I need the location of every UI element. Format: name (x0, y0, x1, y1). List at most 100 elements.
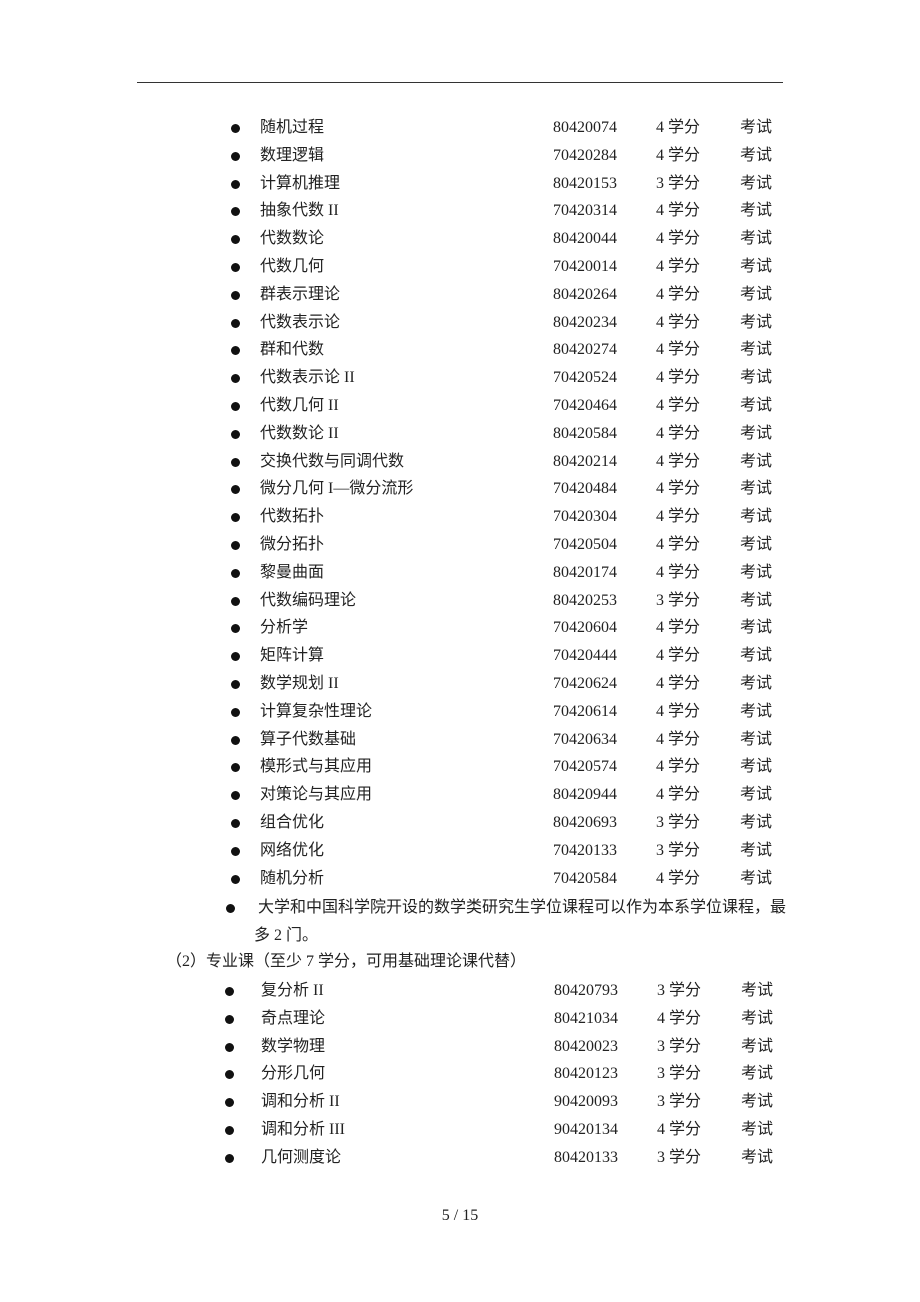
bullet-icon (231, 568, 240, 578)
course-assessment: 考试 (740, 674, 773, 692)
course-name: 代数几何 II (260, 396, 339, 414)
course-code: 80420023 (554, 1037, 618, 1055)
course-credits: 3 学分 (656, 841, 701, 859)
course-row: 微分几何 I—微分流形 70420484 4 学分 考试 (0, 475, 920, 503)
section-heading-specialized: （2）专业课（至少 7 学分，可用基础理论课代替） (166, 953, 527, 970)
course-assessment: 考试 (740, 230, 773, 248)
bullet-icon (225, 987, 234, 996)
course-assessment: 考试 (740, 174, 773, 192)
course-code: 80420944 (553, 786, 617, 804)
course-assessment: 考试 (741, 1148, 774, 1166)
course-assessment: 考试 (740, 813, 773, 831)
course-code: 90420134 (554, 1120, 618, 1138)
bullet-icon (225, 1042, 234, 1052)
bullet-icon (231, 374, 240, 384)
header-rule (137, 82, 783, 83)
course-list-specialized: 复分析 II 80420793 3 学分 考试 奇点理论 80421034 4 学分 考试 数学… (0, 977, 920, 1172)
course-row: 矩阵计算 70420444 4 学分 考试 (0, 642, 920, 670)
course-name: 代数几何 (260, 257, 325, 275)
course-row: 对策论与其应用 80420944 4 学分 考试 (0, 781, 920, 809)
course-code: 80420044 (553, 230, 617, 248)
course-credits: 4 学分 (656, 285, 701, 303)
course-row: 代数几何 70420014 4 学分 考试 (0, 253, 920, 281)
course-assessment: 考试 (740, 146, 773, 164)
course-row: 代数几何 II 70420464 4 学分 考试 (0, 392, 920, 420)
bullet-icon (231, 457, 240, 467)
bullet-icon (225, 1153, 234, 1163)
course-credits: 4 学分 (656, 563, 701, 581)
course-code: 80420274 (553, 341, 617, 359)
course-credits: 4 学分 (656, 730, 701, 748)
bullet-icon (231, 262, 240, 272)
course-name: 群和代数 (260, 341, 325, 359)
bullet-icon (231, 735, 240, 745)
course-assessment: 考试 (740, 452, 773, 470)
bullet-icon (231, 151, 240, 161)
course-assessment: 考试 (740, 257, 773, 275)
course-code: 70420014 (553, 257, 617, 275)
course-row: 代数数论 80420044 4 学分 考试 (0, 225, 920, 253)
course-credits: 4 学分 (656, 535, 701, 553)
course-assessment: 考试 (740, 202, 773, 220)
course-credits: 3 学分 (656, 174, 701, 192)
course-row: 群和代数 80420274 4 学分 考试 (0, 336, 920, 364)
course-code: 80420584 (553, 424, 617, 442)
course-name: 随机分析 (260, 869, 325, 887)
course-name: 数学物理 (261, 1037, 326, 1055)
course-code: 70420304 (553, 508, 617, 526)
course-code: 80420174 (553, 563, 617, 581)
bullet-icon (231, 485, 240, 495)
course-name: 交换代数与同调代数 (260, 452, 405, 470)
bullet-icon (231, 429, 240, 439)
course-credits: 4 学分 (656, 257, 701, 275)
bullet-icon (231, 763, 240, 773)
course-row: 交换代数与同调代数 80420214 4 学分 考试 (0, 448, 920, 476)
course-assessment: 考试 (740, 702, 773, 720)
course-list-basic: 随机过程 80420074 4 学分 考试 数理逻辑 70420284 4 学分 考试 计算机推… (0, 114, 920, 892)
bullet-icon (231, 124, 240, 133)
course-name: 代数拓扑 (260, 508, 325, 526)
bullet-icon (231, 290, 240, 300)
bullet-icon (231, 318, 240, 328)
course-assessment: 考试 (740, 730, 773, 748)
course-row: 计算机推理 80420153 3 学分 考试 (0, 170, 920, 198)
course-assessment: 考试 (741, 982, 774, 999)
bullet-icon (225, 1070, 234, 1080)
course-row: 计算复杂性理论 70420614 4 学分 考试 (0, 698, 920, 726)
course-code: 80420133 (554, 1148, 618, 1166)
bullet-icon (225, 1125, 234, 1135)
course-name: 随机过程 (260, 119, 325, 136)
course-assessment: 考试 (740, 424, 773, 442)
bullet-icon (231, 207, 240, 217)
course-credits: 4 学分 (657, 1120, 702, 1138)
course-assessment: 考试 (740, 786, 773, 804)
course-name: 调和分析 II (261, 1093, 340, 1111)
course-row: 微分拓扑 70420504 4 学分 考试 (0, 531, 920, 559)
course-credits: 4 学分 (656, 230, 701, 248)
course-row: 黎曼曲面 80420174 4 学分 考试 (0, 559, 920, 587)
course-credits: 3 学分 (657, 1037, 702, 1055)
course-row: 调和分析 III 90420134 4 学分 考试 (0, 1116, 920, 1144)
course-assessment: 考试 (740, 841, 773, 859)
course-row: 代数表示论 II 70420524 4 学分 考试 (0, 364, 920, 392)
course-name: 代数编码理论 (260, 591, 357, 609)
bullet-icon (231, 235, 240, 245)
course-code: 70420614 (553, 702, 617, 720)
bullet-icon (231, 624, 240, 634)
course-code: 70420133 (553, 841, 617, 859)
course-name: 群表示理论 (260, 285, 341, 303)
course-assessment: 考试 (741, 1120, 774, 1138)
course-assessment: 考试 (741, 1037, 774, 1055)
course-credits: 4 学分 (656, 396, 701, 414)
course-code: 80420074 (553, 119, 617, 136)
course-assessment: 考试 (741, 1009, 774, 1027)
course-assessment: 考试 (740, 508, 773, 526)
bullet-icon (231, 596, 240, 606)
course-name: 矩阵计算 (260, 647, 325, 665)
course-assessment: 考试 (740, 480, 773, 498)
course-code: 70420634 (553, 730, 617, 748)
course-credits: 4 学分 (656, 146, 701, 164)
course-row: 调和分析 II 90420093 3 学分 考试 (0, 1088, 920, 1116)
course-row: 群表示理论 80420264 4 学分 考试 (0, 281, 920, 309)
course-row: 随机分析 70420584 4 学分 考试 (0, 865, 920, 893)
